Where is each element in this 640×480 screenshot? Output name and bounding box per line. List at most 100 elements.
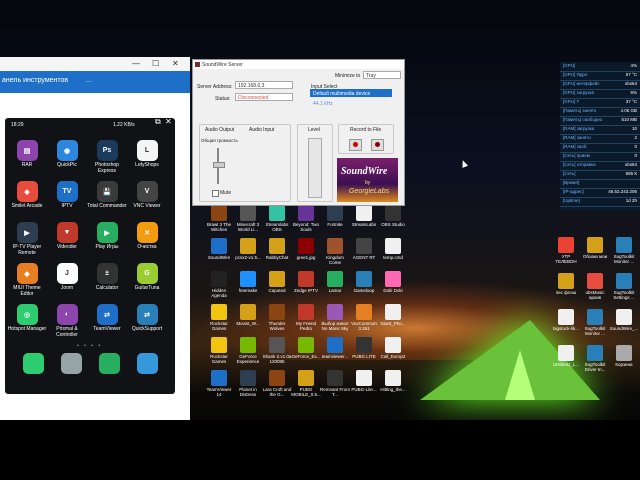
stop-button[interactable] <box>371 139 384 151</box>
desktop-shortcut[interactable]: Call_Europ2 <box>378 337 408 373</box>
desktop-shortcut[interactable]: SoundWire <box>204 238 234 274</box>
app-label: QuickPic <box>57 162 77 168</box>
phone-screen[interactable]: 18:29 1.22 KB/s ⧉ ✕ ▤ RAR ◉ QuickPic Ps Photo… <box>5 118 175 394</box>
minimize-to-select[interactable]: Tray <box>363 71 401 79</box>
desktop-shortcut[interactable]: SoundWire_... <box>609 309 639 345</box>
desktop-shortcut[interactable]: Streamlabs OBS <box>262 205 292 241</box>
shortcut-icon <box>356 271 372 287</box>
desktop-shortcut[interactable]: Doki Doki <box>378 271 408 307</box>
desktop-shortcut[interactable]: TeamViewer 14 <box>204 370 234 406</box>
desktop-shortcut[interactable]: OBS Studio <box>378 205 408 241</box>
desktop-shortcut[interactable]: Rockstar Games Launcher <box>204 337 234 373</box>
desktop-shortcut[interactable]: freemake <box>233 271 263 307</box>
desktop-shortcut[interactable]: SugToolkit Monitor ... <box>580 309 610 345</box>
desktop-shortcut[interactable]: Kingdom Come <box>320 238 350 274</box>
desktop-shortcut[interactable]: Beyond: Two Souls <box>291 205 321 241</box>
desktop-shortcut[interactable]: RabbyChat <box>262 238 292 274</box>
desktop-shortcut[interactable]: Hitting_the... <box>378 370 408 406</box>
desktop-shortcut[interactable]: Caputed <box>262 271 292 307</box>
desktop-shortcut[interactable]: GeForce_Ex... <box>291 337 321 373</box>
desktop-shortcut[interactable]: Planet in Distress <box>233 370 263 406</box>
shortcut-icon <box>211 370 227 386</box>
phone-app-8[interactable]: ▶ IP-TV Player Remote <box>7 222 47 256</box>
desktop-shortcut[interactable]: VoxCommon 3.261 <box>349 304 379 340</box>
desktop-shortcut[interactable]: Remnant From T... <box>320 370 350 406</box>
desktop-shortcut[interactable]: Shank 2.v1.0a 120085 <box>262 337 292 373</box>
desktop-shortcut[interactable]: PUBG LITE <box>349 337 379 373</box>
mute-checkbox[interactable] <box>212 190 219 197</box>
minimize-button[interactable]: — <box>132 59 140 68</box>
desktop-shortcut[interactable]: PUBG MOBILE_0.5... <box>291 370 321 406</box>
phone-app-16[interactable]: ◎ Hotspot Manager <box>7 304 47 332</box>
phone-app-19[interactable]: ⇄ QuickSupport <box>127 304 167 332</box>
desktop-shortcut[interactable]: SugToolkit Monitor ... <box>609 237 639 273</box>
phone-app-17[interactable]: ◐ Prismal & Controller <box>47 304 87 338</box>
desktop-shortcut[interactable]: bigstock-lik... <box>551 309 581 345</box>
monitor-value: 37 °C <box>625 99 637 104</box>
desktop-shortcut[interactable]: pcsx2-v1.5... <box>233 238 263 274</box>
desktop-shortcut[interactable]: GeForce Experience <box>233 337 263 373</box>
phone-app-11[interactable]: ✕ Очистка <box>127 222 167 250</box>
phone-app-13[interactable]: J Joom <box>47 263 87 291</box>
phone-app-4[interactable]: ◈ Smilet Arcade <box>7 181 47 209</box>
desktop-shortcut[interactable]: Gameloop <box>349 271 379 307</box>
desktop-shortcut[interactable]: StreamLabs <box>349 205 379 241</box>
phone-close-icon[interactable]: ✕ <box>165 118 172 126</box>
phone-app-14[interactable]: ± Calculator <box>87 263 127 291</box>
phone-app-0[interactable]: ▤ RAR <box>7 140 47 168</box>
desktop-shortcut[interactable]: obsMusic архив <box>580 273 610 309</box>
desktop-shortcut[interactable]: пес флэш <box>551 273 581 309</box>
desktop-shortcut[interactable]: Rockstar Games <box>204 304 234 340</box>
toolbar-more-button[interactable]: ... <box>86 77 92 84</box>
volume-slider-thumb[interactable] <box>213 162 225 168</box>
phone-dock-icon[interactable] <box>23 353 44 374</box>
desktop-shortcut[interactable]: Lamar <box>320 271 350 307</box>
desktop-shortcut[interactable]: PUBG-Lite... <box>349 370 379 406</box>
desktop-shortcut[interactable]: SugToolkit Settings ... <box>609 273 639 309</box>
desktop-shortcut[interactable]: Zedge IPTV <box>291 271 321 307</box>
phone-external-icon[interactable]: ⧉ <box>155 118 161 127</box>
desktop-shortcut[interactable]: Thunder Wolves <box>262 304 292 340</box>
desktop-shortcut[interactable]: SugToolkit Driver In... <box>580 345 610 381</box>
level-meter <box>308 138 322 198</box>
desktop-shortcut[interactable]: gree1.jpg <box>291 238 321 274</box>
phone-app-15[interactable]: G GuitarTuna <box>127 263 167 291</box>
maximize-button[interactable]: ☐ <box>152 59 159 68</box>
desktop-shortcut[interactable]: teamviewer... <box>320 337 350 373</box>
record-button[interactable] <box>349 139 362 151</box>
input-device-select[interactable]: Default multimedia device <box>310 89 392 97</box>
desktop-shortcut[interactable]: AGENT RT <box>349 238 379 274</box>
phone-app-18[interactable]: ⇄ TeamViewer <box>87 304 127 332</box>
phone-app-12[interactable]: ◆ MIUI Theme Editor <box>7 263 47 297</box>
phone-app-5[interactable]: TV IPTV <box>47 181 87 209</box>
phone-app-10[interactable]: ▶ Play Игры <box>87 222 127 250</box>
desktop-shortcut[interactable]: Minecraft 3 World Li... <box>233 205 263 241</box>
desktop-shortcut[interactable]: Корзина <box>609 345 639 381</box>
toolbar-label[interactable]: анель инструментов <box>2 77 68 84</box>
server-address-field[interactable]: 192.168.0.3 <box>235 81 293 89</box>
desktop-shortcut[interactable]: Lara Croft and the G... <box>262 370 292 406</box>
browser-dock-icon[interactable] <box>137 353 158 374</box>
messages-dock-icon[interactable] <box>99 353 120 374</box>
desktop-shortcut[interactable]: Обзоки мои <box>580 237 610 273</box>
close-button[interactable]: ✕ <box>172 59 179 68</box>
app-label: Prismal & Controller <box>56 326 78 338</box>
phone-app-6[interactable]: 💾 Total Commander <box>87 181 127 209</box>
phone-app-7[interactable]: V VNC Viewer <box>127 181 167 209</box>
desktop-shortcut[interactable]: Giant_Pho... <box>378 304 408 340</box>
phone-app-3[interactable]: L LetyShops <box>127 140 167 168</box>
window-titlebar: — ☐ ✕ <box>0 57 190 71</box>
desktop-shortcut[interactable]: Hidden Agenda <box>204 271 234 307</box>
contacts-dock-icon[interactable] <box>61 353 82 374</box>
desktop-shortcut[interactable]: Выбор извол No Mans Sky <box>320 304 350 340</box>
phone-app-9[interactable]: ▼ Videoder <box>47 222 87 250</box>
desktop-shortcut[interactable]: My Friend Pedro <box>291 304 321 340</box>
desktop-shortcut[interactable]: temp.cmd <box>378 238 408 274</box>
phone-app-1[interactable]: ◉ QuickPic <box>47 140 87 168</box>
desktop-shortcut[interactable]: УТР ТЕЛЕВОН <box>551 237 581 273</box>
desktop-shortcut[interactable]: Brawl 3 The Witches Guid... <box>204 205 234 241</box>
desktop-shortcut[interactable]: Untitled2_L... <box>551 345 581 381</box>
desktop-shortcut[interactable]: Fortnite <box>320 205 350 241</box>
desktop-shortcut[interactable]: Movist_W... <box>233 304 263 340</box>
phone-app-2[interactable]: Ps Photoshop Express <box>87 140 127 174</box>
